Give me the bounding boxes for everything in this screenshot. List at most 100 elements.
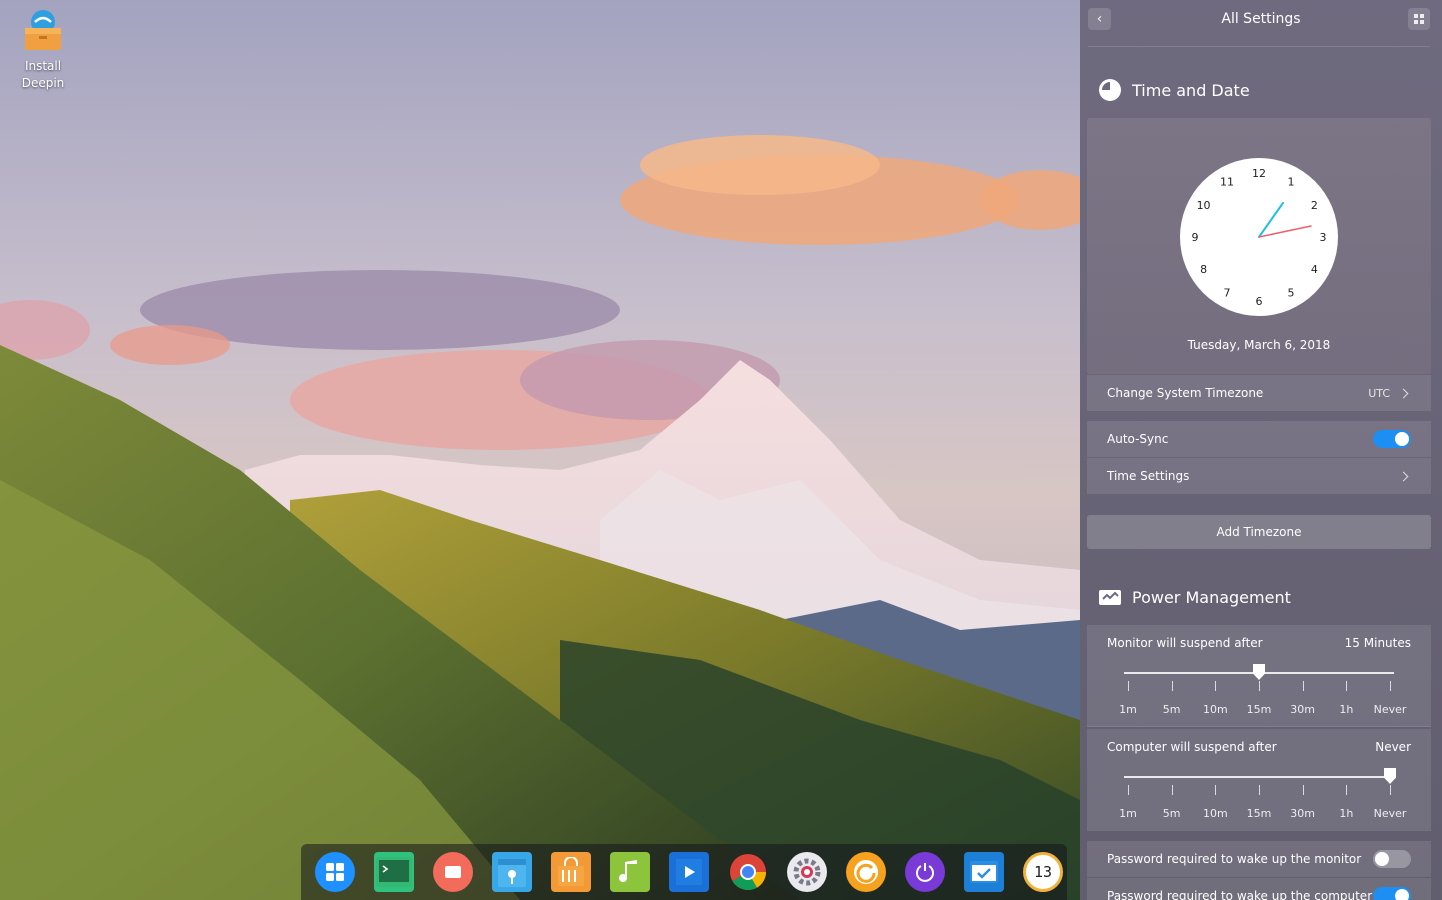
change-timezone-label: Change System Timezone [1107,386,1264,400]
slider-tick [1128,785,1129,795]
slider-tick [1390,785,1391,795]
slider-tick-label: 30m [1290,807,1316,820]
power-management-heading: Power Management [1132,587,1291,607]
password-wake-computer-toggle[interactable] [1373,887,1411,900]
slider-tick [1171,681,1173,691]
computer-suspend-handle[interactable] [1384,768,1396,784]
install-deepin-label-line2: Deepin [21,76,65,90]
clock-number: 8 [1200,263,1207,276]
chrome-icon[interactable] [728,852,768,892]
slider-tick [1302,785,1304,795]
auto-sync-row: Auto-Sync [1087,421,1431,457]
computer-suspend-label: Computer will suspend after [1107,740,1277,754]
install-deepin-desktop-icon[interactable]: Install Deepin [12,8,74,92]
clock-number: 9 [1192,231,1199,244]
settings-topbar: ‹ All Settings [1080,0,1442,47]
slider-tick-label: 1h [1339,807,1354,820]
slider-tick [1215,681,1217,691]
chevron-right-icon [1398,388,1409,398]
password-wake-computer-row: Password required to wake up the compute… [1087,878,1431,900]
auto-sync-toggle[interactable] [1373,430,1411,448]
control-center-icon[interactable] [787,852,827,892]
power-management-icon [1099,590,1121,605]
row-divider [1087,726,1431,727]
time-settings-label: Time Settings [1107,469,1190,483]
mountain-landscape-image [0,0,1080,900]
clock-number: 1 [1288,176,1295,189]
slider-tick-label: 5m [1162,807,1181,820]
slider-tick [1346,681,1348,691]
password-wake-monitor-toggle[interactable] [1373,850,1411,868]
screen-recorder-icon[interactable] [433,852,473,892]
monitor-suspend-slider-card: Monitor will suspend after 15 Minutes 1m… [1087,625,1431,727]
slider-tick-label: 10m [1202,807,1228,820]
slider-tick-label: 15m [1246,703,1272,716]
computer-suspend-ticks: 1m 5m 10m 15m 30m 1h Never [1087,785,1431,820]
clock-number: 11 [1220,176,1234,189]
clock-card: 12 1 2 3 4 5 6 7 8 9 10 11 Tuesday, March 6, 2018 [1087,118,1431,374]
clock-icon [1099,79,1121,101]
launcher-icon[interactable] [315,852,355,892]
clock-hour-hand [1258,202,1284,238]
clock-number: 4 [1311,263,1318,276]
clock-icon[interactable]: 13 [1023,852,1063,892]
grid-view-button[interactable] [1408,8,1430,30]
power-icon[interactable] [905,852,945,892]
power-management-header: Power Management [1098,585,1291,609]
computer-suspend-value: Never [1375,740,1411,754]
slider-tick-label: 15m [1246,807,1272,820]
dock: 13 [301,844,1067,900]
slider-tick-label: Never [1373,703,1407,716]
monitor-suspend-value: 15 Minutes [1344,636,1411,650]
computer-suspend-slider-card: Computer will suspend after Never 1m 5m 10… [1087,729,1431,831]
package-icon [21,8,65,52]
app-store-icon[interactable] [551,852,591,892]
clock-number: 5 [1288,286,1295,299]
slider-tick [1259,785,1260,795]
file-manager-icon[interactable] [492,852,532,892]
topbar-separator [1088,46,1430,47]
slider-tick-label: 5m [1162,703,1181,716]
slider-tick-label: 30m [1290,703,1316,716]
time-settings-row[interactable]: Time Settings [1087,458,1431,494]
analog-clock: 12 1 2 3 4 5 6 7 8 9 10 11 [1180,158,1338,316]
grid-icon [1414,14,1424,24]
clock-number: 6 [1256,295,1263,308]
add-timezone-button[interactable]: Add Timezone [1087,515,1431,549]
monitor-suspend-ticks: 1m 5m 10m 15m 30m 1h Never [1087,681,1431,716]
clock-number: 3 [1320,231,1327,244]
desktop-wallpaper: Install Deepin [0,0,1080,900]
install-deepin-label-line1: Install [24,59,62,73]
slider-tick [1215,785,1217,795]
change-timezone-row[interactable]: Change System Timezone UTC [1087,375,1431,411]
timezone-value: UTC [1368,386,1390,400]
slider-tick-label: Never [1373,807,1407,820]
system-monitor-icon[interactable] [964,852,1004,892]
monitor-suspend-handle[interactable] [1253,664,1265,680]
settings-panel: ‹ All Settings Time and Date 12 1 2 3 4 5 6 7 8 9… [1080,0,1442,900]
panel-title: All Settings [1221,11,1301,27]
password-wake-monitor-label: Password required to wake up the monitor [1107,852,1362,866]
video-player-icon[interactable] [669,852,709,892]
computer-suspend-track[interactable] [1124,776,1394,778]
auto-sync-label: Auto-Sync [1107,432,1169,446]
slider-tick-label: 1h [1339,703,1354,716]
clock-number: 12 [1252,167,1266,180]
time-date-header: Time and Date [1098,78,1250,102]
password-wake-monitor-row: Password required to wake up the monitor [1087,841,1431,877]
music-icon[interactable] [610,852,650,892]
slider-tick [1346,785,1348,795]
slider-tick [1302,681,1304,691]
clock-icon-text: 13 [1033,863,1053,881]
clock-number: 10 [1197,199,1211,212]
deepin-id-icon[interactable] [846,852,886,892]
slider-tick [1171,785,1173,795]
slider-tick-label: 1m [1119,807,1137,820]
slider-tick-label: 10m [1202,703,1228,716]
slider-tick [1128,681,1129,691]
terminal-icon[interactable] [374,852,414,892]
slider-tick [1259,681,1260,691]
current-date: Tuesday, March 6, 2018 [1187,338,1331,352]
clock-number: 7 [1224,286,1231,299]
chevron-right-icon [1398,471,1409,481]
